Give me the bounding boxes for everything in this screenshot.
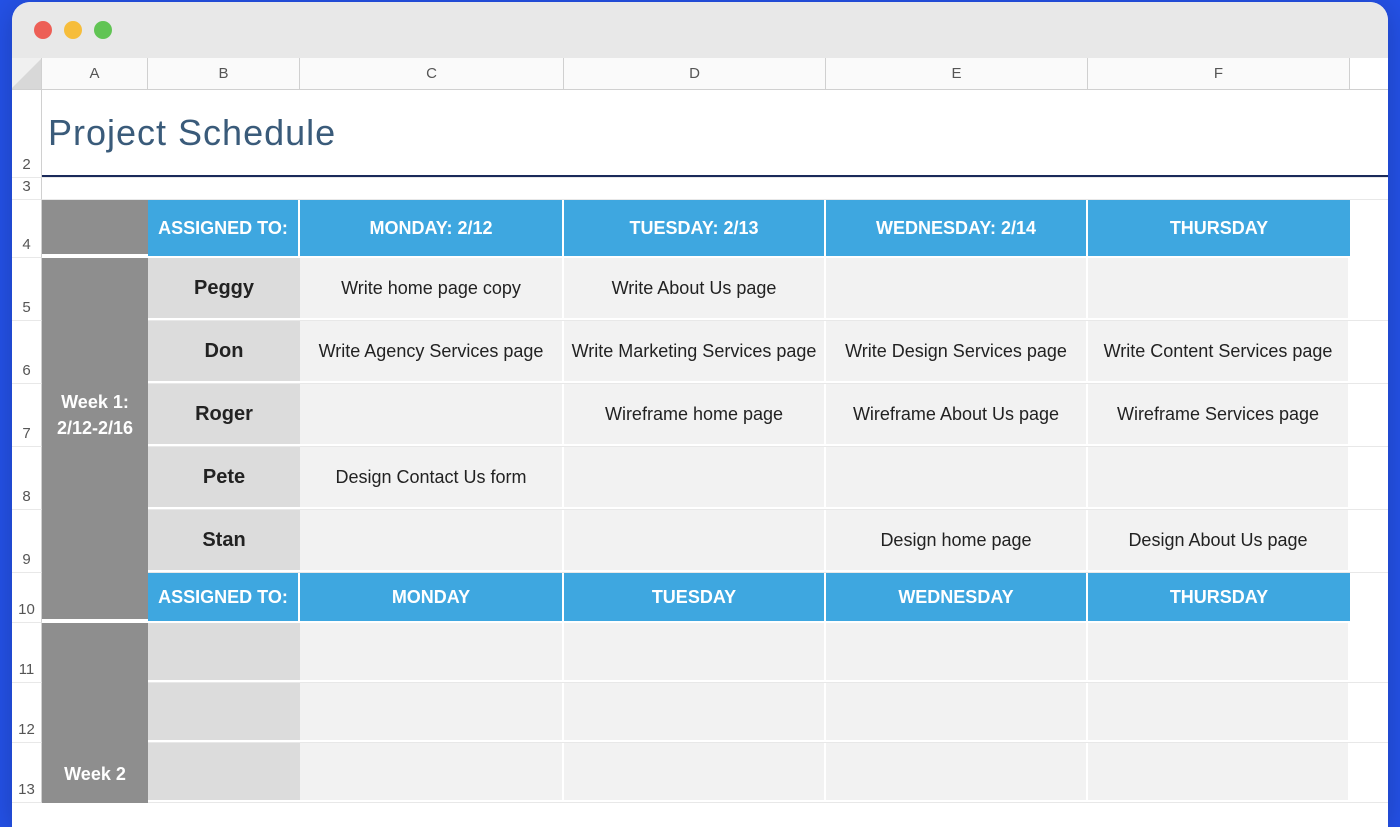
column-header[interactable]: C bbox=[300, 58, 564, 89]
row-header[interactable]: 8 bbox=[12, 447, 42, 510]
task-cell[interactable] bbox=[564, 447, 826, 509]
week1-label-line2: 2/12-2/16 bbox=[57, 416, 133, 441]
row-header[interactable]: 7 bbox=[12, 384, 42, 447]
row-header[interactable]: 3 bbox=[12, 178, 42, 200]
select-all-corner[interactable] bbox=[12, 58, 42, 89]
assignee-cell[interactable]: Peggy bbox=[148, 258, 300, 320]
week-block-header[interactable] bbox=[42, 200, 148, 256]
task-cell[interactable] bbox=[1088, 258, 1350, 320]
assignee-cell[interactable]: Pete bbox=[148, 447, 300, 509]
column-header[interactable]: B bbox=[148, 58, 300, 89]
column-header[interactable]: D bbox=[564, 58, 826, 89]
window-close-icon[interactable] bbox=[34, 21, 52, 39]
macos-window: A B C D E F 2 3 4 5 6 7 8 9 10 11 12 13 bbox=[12, 2, 1388, 827]
week1-label[interactable]: Week 1: 2/12-2/16 bbox=[42, 258, 148, 573]
window-titlebar bbox=[12, 2, 1388, 58]
day-header[interactable]: WEDNESDAY: 2/14 bbox=[826, 200, 1088, 256]
row-header[interactable]: 2 bbox=[12, 90, 42, 178]
day-header[interactable]: WEDNESDAY bbox=[826, 573, 1088, 621]
task-cell[interactable] bbox=[564, 683, 826, 742]
task-cell[interactable]: Wireframe home page bbox=[564, 384, 826, 446]
task-cell[interactable] bbox=[826, 447, 1088, 509]
task-cell[interactable] bbox=[564, 743, 826, 802]
task-cell[interactable]: Wireframe Services page bbox=[1088, 384, 1350, 446]
task-cell[interactable]: Design home page bbox=[826, 510, 1088, 572]
task-cell[interactable] bbox=[300, 623, 564, 682]
week-block-header[interactable] bbox=[42, 573, 148, 621]
task-cell[interactable] bbox=[826, 683, 1088, 742]
week2-label[interactable]: Week 2 bbox=[42, 623, 148, 803]
task-cell[interactable]: Write Agency Services page bbox=[300, 321, 564, 383]
task-cell[interactable] bbox=[826, 258, 1088, 320]
sheet-body: 2 3 4 5 6 7 8 9 10 11 12 13 Project Sche… bbox=[12, 90, 1388, 803]
task-cell[interactable] bbox=[826, 743, 1088, 802]
task-cell[interactable]: Design Contact Us form bbox=[300, 447, 564, 509]
task-cell[interactable]: Wireframe About Us page bbox=[826, 384, 1088, 446]
day-header[interactable]: THURSDAY bbox=[1088, 573, 1350, 621]
assignee-cell[interactable]: Stan bbox=[148, 510, 300, 572]
task-cell[interactable] bbox=[826, 623, 1088, 682]
column-header[interactable]: E bbox=[826, 58, 1088, 89]
task-cell[interactable] bbox=[300, 384, 564, 446]
row-header[interactable]: 12 bbox=[12, 683, 42, 743]
task-cell[interactable] bbox=[1088, 743, 1350, 802]
window-minimize-icon[interactable] bbox=[64, 21, 82, 39]
task-cell[interactable] bbox=[300, 683, 564, 742]
task-cell[interactable] bbox=[1088, 447, 1350, 509]
week2-label-text: Week 2 bbox=[64, 764, 126, 785]
task-cell[interactable]: Design About Us page bbox=[1088, 510, 1350, 572]
day-header[interactable]: THURSDAY bbox=[1088, 200, 1350, 256]
assignee-cell[interactable] bbox=[148, 623, 300, 682]
row-header[interactable]: 10 bbox=[12, 573, 42, 623]
spreadsheet: A B C D E F 2 3 4 5 6 7 8 9 10 11 12 13 bbox=[12, 58, 1388, 803]
page-title[interactable]: Project Schedule bbox=[42, 90, 1388, 177]
week1-label-line1: Week 1: bbox=[61, 390, 129, 415]
cell-grid: Project Schedule ASSIGNED TO: MONDAY: 2/… bbox=[42, 90, 1388, 803]
assignee-cell[interactable]: Roger bbox=[148, 384, 300, 446]
task-cell[interactable] bbox=[564, 623, 826, 682]
assigned-to-header[interactable]: ASSIGNED TO: bbox=[148, 573, 300, 621]
assignee-cell[interactable] bbox=[148, 683, 300, 742]
row-header[interactable]: 9 bbox=[12, 510, 42, 573]
day-header[interactable]: MONDAY: 2/12 bbox=[300, 200, 564, 256]
day-header[interactable]: MONDAY bbox=[300, 573, 564, 621]
task-cell[interactable] bbox=[1088, 623, 1350, 682]
column-header[interactable]: F bbox=[1088, 58, 1350, 89]
task-cell[interactable] bbox=[300, 743, 564, 802]
assignee-cell[interactable]: Don bbox=[148, 321, 300, 383]
assignee-cell[interactable] bbox=[148, 743, 300, 802]
row-header[interactable]: 6 bbox=[12, 321, 42, 384]
column-header-row: A B C D E F bbox=[12, 58, 1388, 90]
task-cell[interactable]: Write About Us page bbox=[564, 258, 826, 320]
row-header[interactable]: 5 bbox=[12, 258, 42, 321]
task-cell[interactable]: Write Marketing Services page bbox=[564, 321, 826, 383]
row-number-gutter: 2 3 4 5 6 7 8 9 10 11 12 13 bbox=[12, 90, 42, 803]
task-cell[interactable]: Write Design Services page bbox=[826, 321, 1088, 383]
window-zoom-icon[interactable] bbox=[94, 21, 112, 39]
day-header[interactable]: TUESDAY bbox=[564, 573, 826, 621]
assigned-to-header[interactable]: ASSIGNED TO: bbox=[148, 200, 300, 256]
task-cell[interactable] bbox=[1088, 683, 1350, 742]
day-header[interactable]: TUESDAY: 2/13 bbox=[564, 200, 826, 256]
task-cell[interactable] bbox=[564, 510, 826, 572]
row-header[interactable]: 11 bbox=[12, 623, 42, 683]
task-cell[interactable] bbox=[300, 510, 564, 572]
task-cell[interactable]: Write Content Services page bbox=[1088, 321, 1350, 383]
row-header[interactable]: 4 bbox=[12, 200, 42, 258]
empty-cell[interactable] bbox=[42, 178, 1388, 199]
task-cell[interactable]: Write home page copy bbox=[300, 258, 564, 320]
column-header[interactable]: A bbox=[42, 58, 148, 89]
row-header[interactable]: 13 bbox=[12, 743, 42, 803]
